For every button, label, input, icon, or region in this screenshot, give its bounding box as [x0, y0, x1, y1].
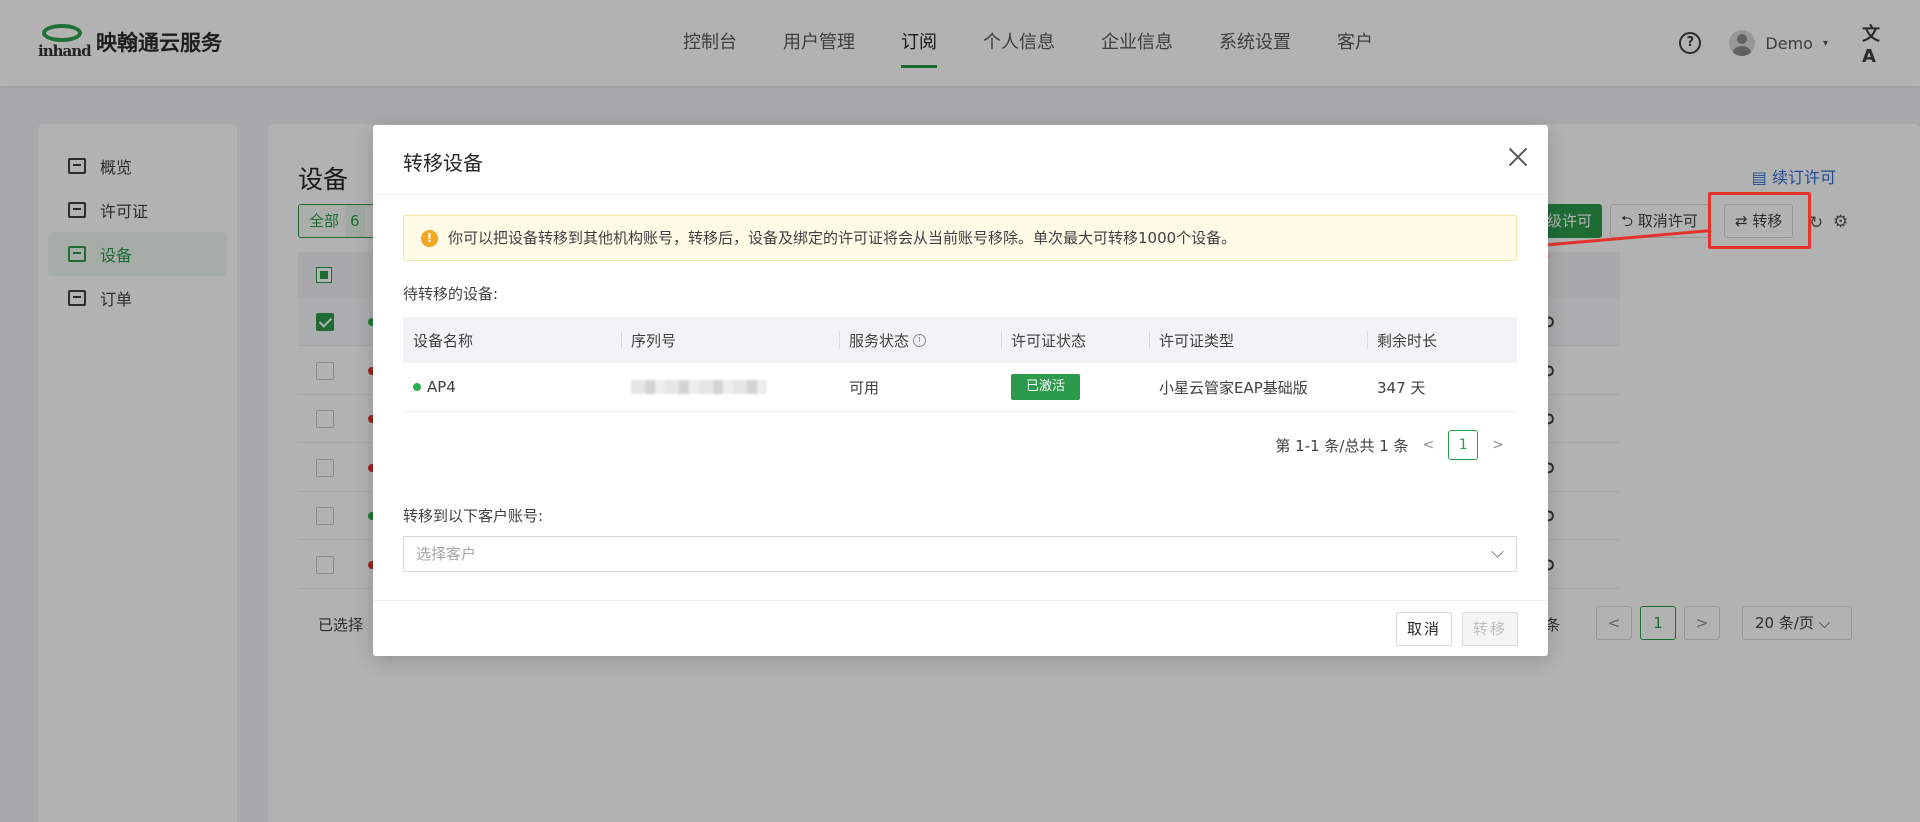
online-status-dot	[413, 383, 421, 391]
modal-title: 转移设备	[403, 151, 483, 175]
license-status-cell: 已激活	[1001, 363, 1149, 411]
column-header-serial: 序列号	[621, 317, 839, 363]
cancel-button[interactable]: 取消	[1395, 612, 1452, 646]
transfer-device-modal: 转移设备 ! 你可以把设备转移到其他机构账号，转移后，设备及绑定的许可证将会从当…	[373, 125, 1548, 656]
device-name: AP4	[427, 378, 456, 396]
modal-footer: 取消 转移	[373, 600, 1548, 656]
device-name-cell: AP4	[403, 363, 621, 411]
chevron-down-icon	[1491, 545, 1504, 558]
service-status-cell: 可用	[849, 378, 880, 397]
pending-devices-table: 设备名称 序列号 服务状态 i 许可证状态 许可证类型 剩余时长 AP4 可用 已…	[403, 317, 1517, 412]
annotation-highlight-box	[1708, 192, 1811, 249]
table-header: 设备名称 序列号 服务状态 i 许可证状态 许可证类型 剩余时长	[403, 317, 1517, 363]
prev-page-icon[interactable]: <	[1423, 437, 1435, 453]
column-header-remaining: 剩余时长	[1367, 317, 1517, 363]
redacted-serial	[631, 380, 767, 394]
status-badge: 已激活	[1011, 374, 1081, 400]
modal-pagination: 第 1-1 条/总共 1 条 < 1 >	[1275, 430, 1518, 460]
table-row: AP4 可用 已激活 小星云管家EAP基础版 347 天	[403, 363, 1517, 412]
next-page-icon[interactable]: >	[1492, 437, 1504, 453]
customer-select[interactable]: 选择客户	[403, 536, 1517, 572]
customer-select-placeholder: 选择客户	[416, 545, 477, 563]
serial-cell	[621, 363, 839, 411]
pending-devices-label: 待转移的设备:	[403, 285, 499, 303]
column-header-service-status-label: 服务状态	[849, 331, 910, 350]
warning-icon: !	[421, 230, 438, 247]
license-type-cell: 小星云管家EAP基础版	[1159, 378, 1308, 397]
info-icon[interactable]: i	[913, 333, 927, 347]
alert-text: 你可以把设备转移到其他机构账号，转移后，设备及绑定的许可证将会从当前账号移除。单…	[448, 229, 1237, 247]
remaining-cell: 347 天	[1377, 378, 1426, 397]
warning-alert: ! 你可以把设备转移到其他机构账号，转移后，设备及绑定的许可证将会从当前账号移除…	[403, 215, 1517, 261]
column-header-license-status: 许可证状态	[1001, 317, 1149, 363]
modal-header: 转移设备	[373, 125, 1548, 195]
confirm-transfer-button[interactable]: 转移	[1461, 612, 1518, 646]
column-header-service-status: 服务状态 i	[839, 317, 1001, 363]
pagination-summary: 第 1-1 条/总共 1 条	[1275, 436, 1409, 455]
target-account-label: 转移到以下客户账号:	[403, 507, 544, 525]
close-icon[interactable]	[1508, 147, 1528, 167]
column-header-device-name: 设备名称	[413, 331, 474, 350]
page-button-current[interactable]: 1	[1448, 430, 1479, 460]
column-header-license-type: 许可证类型	[1149, 317, 1367, 363]
